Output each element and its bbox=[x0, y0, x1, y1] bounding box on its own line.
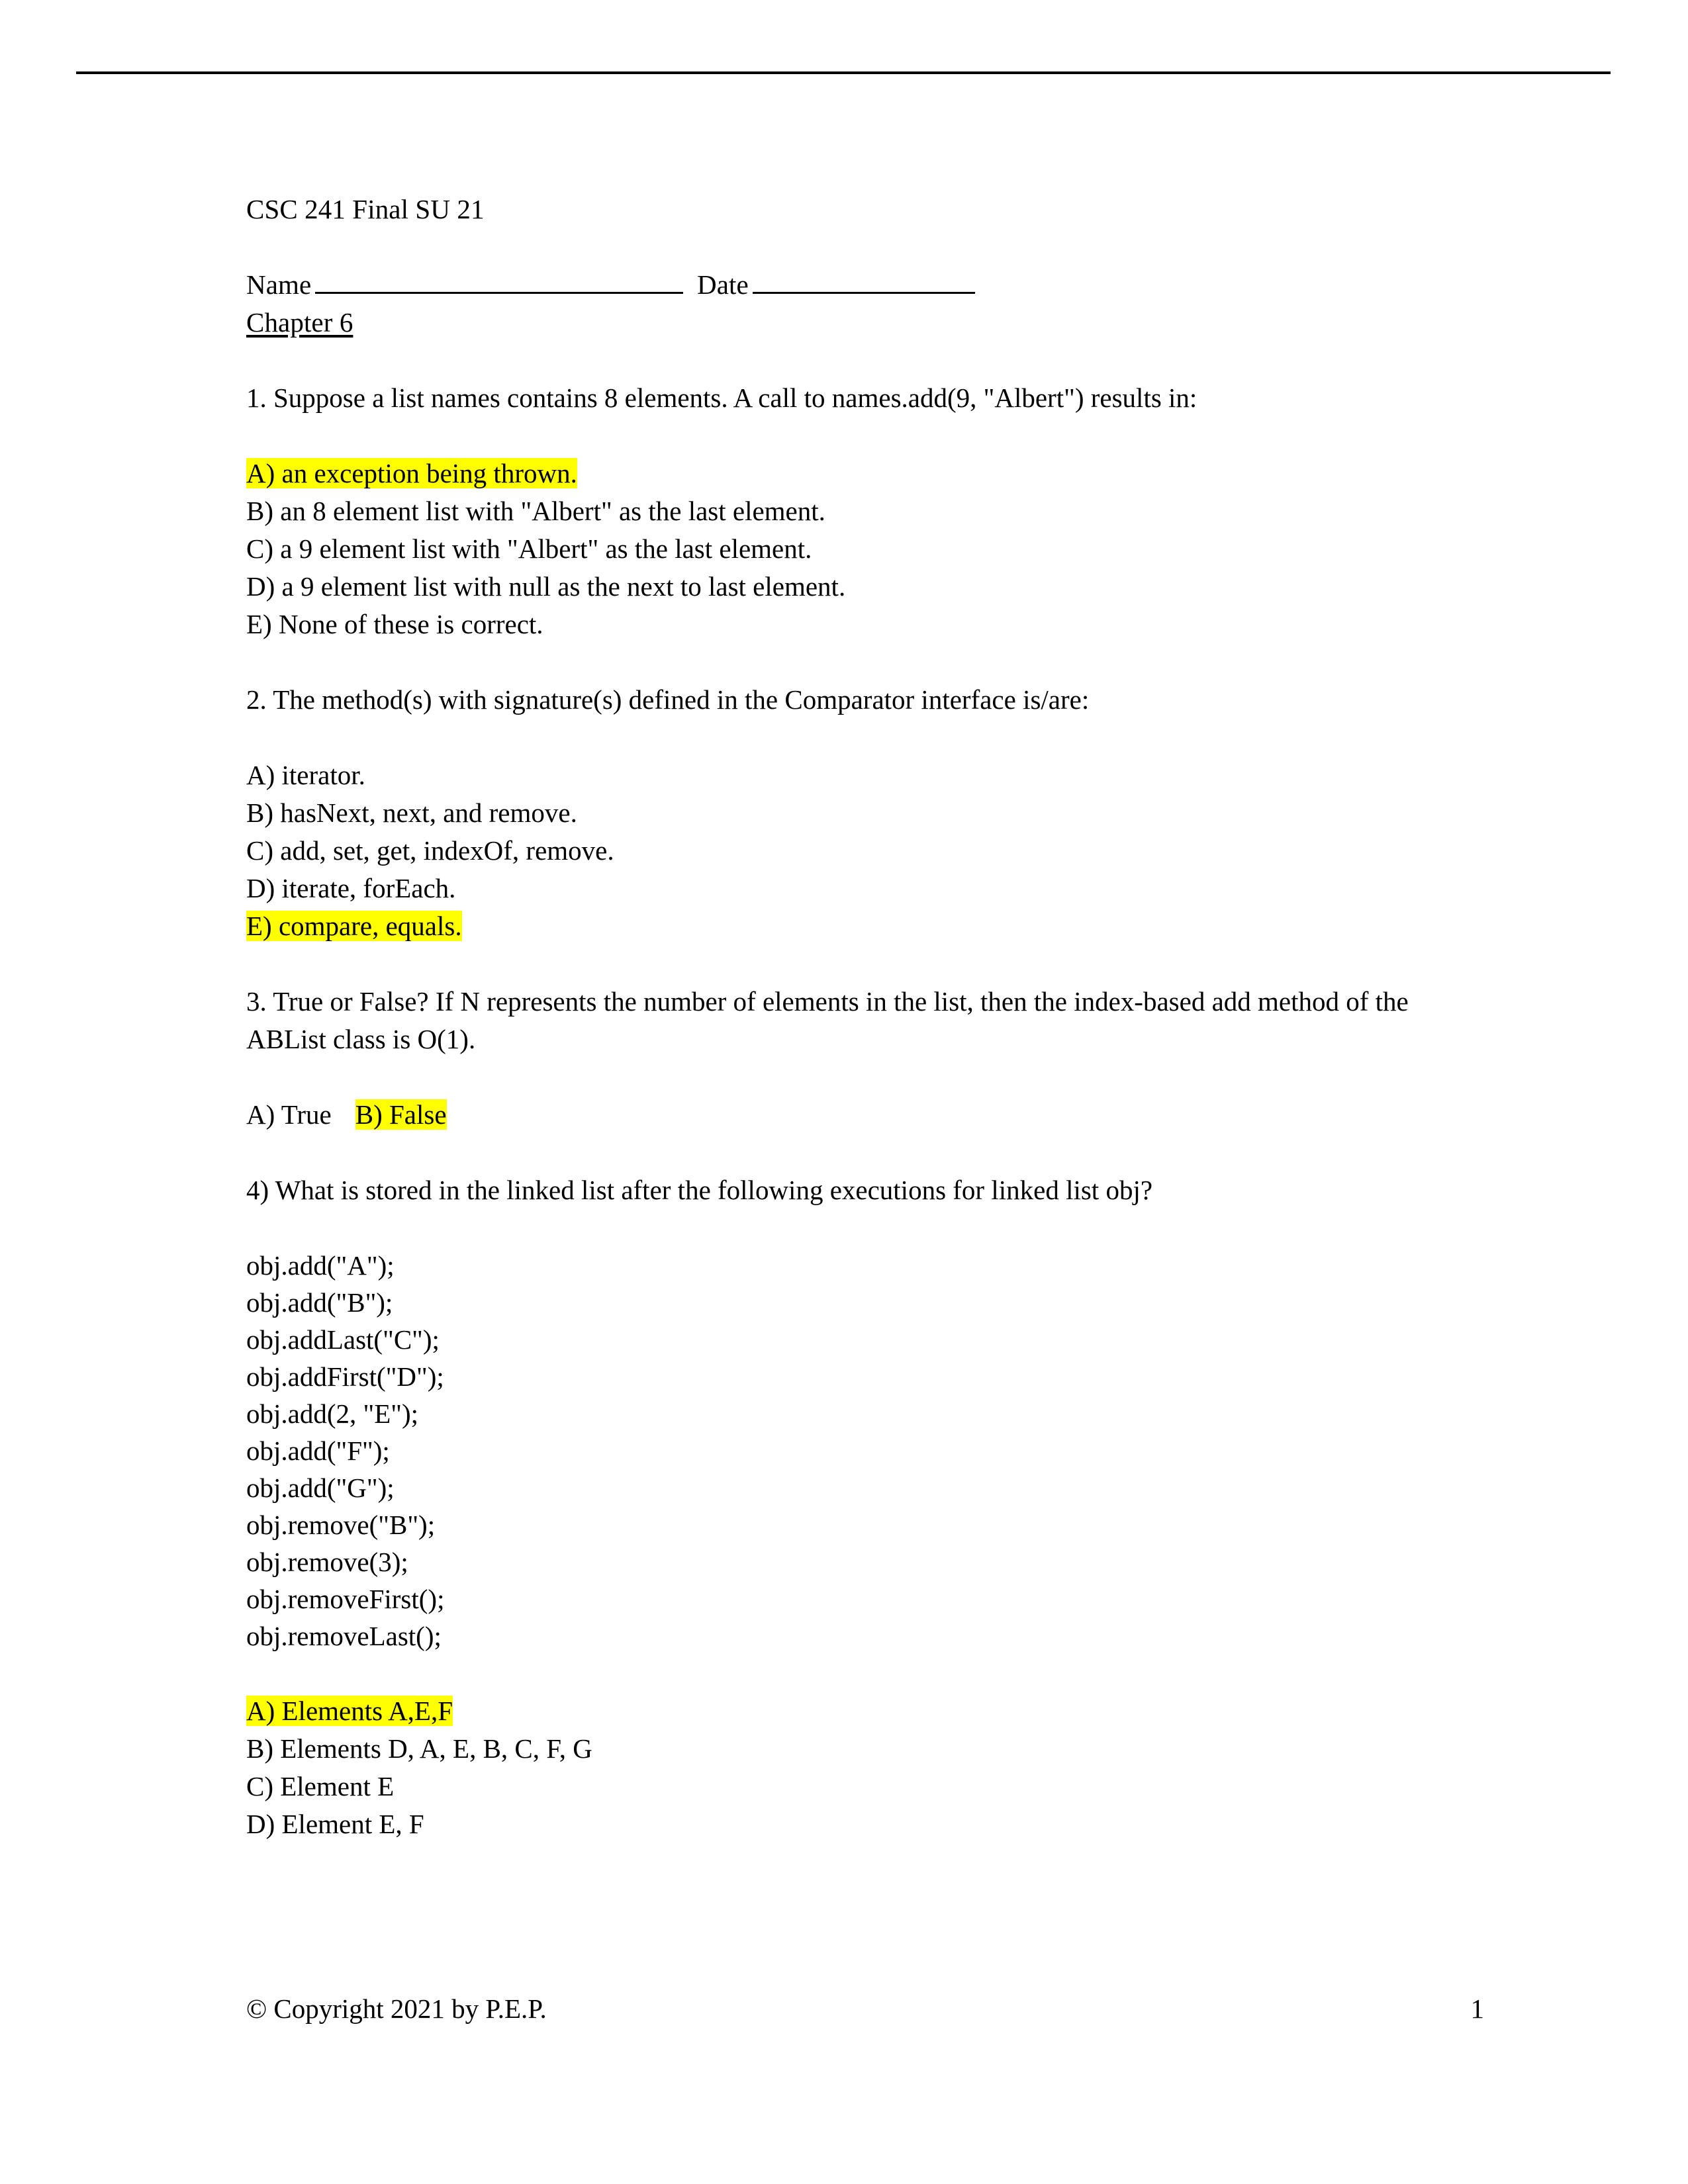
question-1-option-a[interactable]: A) an exception being thrown. bbox=[246, 455, 1411, 492]
question-2-prompt: 2. The method(s) with signature(s) defin… bbox=[246, 684, 1090, 715]
question-4-prompt: 4) What is stored in the linked list aft… bbox=[246, 1175, 1153, 1205]
copyright-notice: © Copyright 2021 by P.E.P. bbox=[246, 1993, 547, 2024]
code-line: obj.add("A"); bbox=[246, 1250, 395, 1281]
code-line: obj.add("B"); bbox=[246, 1287, 393, 1318]
code-line: obj.remove(3); bbox=[246, 1547, 408, 1577]
chapter-label: Chapter 6 bbox=[246, 307, 353, 338]
chapter-heading: Chapter 6 bbox=[246, 304, 1411, 341]
question-3-answer-row: A) True B) False bbox=[246, 1096, 1411, 1134]
question-2-option-a[interactable]: A) iterator. bbox=[246, 756, 1411, 794]
exam-title: CSC 241 Final SU 21 bbox=[246, 194, 485, 224]
page-footer: © Copyright 2021 by P.E.P. 1 bbox=[246, 1992, 1484, 2025]
code-line: obj.remove("B"); bbox=[246, 1510, 436, 1540]
question-1-option-c[interactable]: C) a 9 element list with "Albert" as the… bbox=[246, 530, 1411, 568]
exam-page: CSC 241 Final SU 21 Name Date Chapter 6 … bbox=[0, 0, 1688, 2184]
date-blank-field[interactable] bbox=[752, 271, 975, 294]
question-4-option-a[interactable]: A) Elements A,E,F bbox=[246, 1692, 1411, 1730]
option-text: A) an exception being thrown. bbox=[246, 458, 577, 488]
code-line: obj.addFirst("D"); bbox=[246, 1361, 444, 1392]
question-1-option-b[interactable]: B) an 8 element list with "Albert" as th… bbox=[246, 492, 1411, 530]
name-date-row: Name Date bbox=[246, 266, 1411, 304]
option-text: A) Elements A,E,F bbox=[246, 1696, 453, 1726]
option-text: E) compare, equals. bbox=[246, 911, 462, 941]
code-line: obj.removeLast(); bbox=[246, 1621, 442, 1651]
question-1-prompt: 1. Suppose a list names contains 8 eleme… bbox=[246, 383, 1197, 413]
question-2-option-d[interactable]: D) iterate, forEach. bbox=[246, 870, 1411, 907]
question-2-option-b[interactable]: B) hasNext, next, and remove. bbox=[246, 794, 1411, 832]
question-3-prompt: 3. True or False? If N represents the nu… bbox=[246, 986, 1409, 1054]
question-1-option-e[interactable]: E) None of these is correct. bbox=[246, 606, 1411, 643]
question-4-option-d[interactable]: D) Element E, F bbox=[246, 1805, 1411, 1843]
header-horizontal-rule bbox=[76, 71, 1611, 74]
page-number: 1 bbox=[1470, 1993, 1485, 2024]
code-line: obj.add(2, "E"); bbox=[246, 1398, 419, 1429]
code-line: obj.add("F"); bbox=[246, 1435, 390, 1466]
name-blank-field[interactable] bbox=[315, 271, 684, 294]
code-line: obj.add("G"); bbox=[246, 1473, 395, 1503]
question-2-option-c[interactable]: C) add, set, get, indexOf, remove. bbox=[246, 832, 1411, 870]
code-line: obj.addLast("C"); bbox=[246, 1324, 440, 1355]
question-3-option-false[interactable]: B) False bbox=[355, 1099, 447, 1130]
document-body: CSC 241 Final SU 21 Name Date Chapter 6 … bbox=[246, 191, 1411, 1843]
question-2-option-e[interactable]: E) compare, equals. bbox=[246, 907, 1411, 945]
question-4-option-b[interactable]: B) Elements D, A, E, B, C, F, G bbox=[246, 1730, 1411, 1768]
question-1-option-d[interactable]: D) a 9 element list with null as the nex… bbox=[246, 568, 1411, 606]
code-line: obj.removeFirst(); bbox=[246, 1584, 445, 1614]
question-4-option-c[interactable]: C) Element E bbox=[246, 1768, 1411, 1805]
date-label: Date bbox=[697, 269, 749, 300]
question-3-option-true[interactable]: A) True bbox=[246, 1099, 332, 1130]
name-label: Name bbox=[246, 269, 312, 300]
